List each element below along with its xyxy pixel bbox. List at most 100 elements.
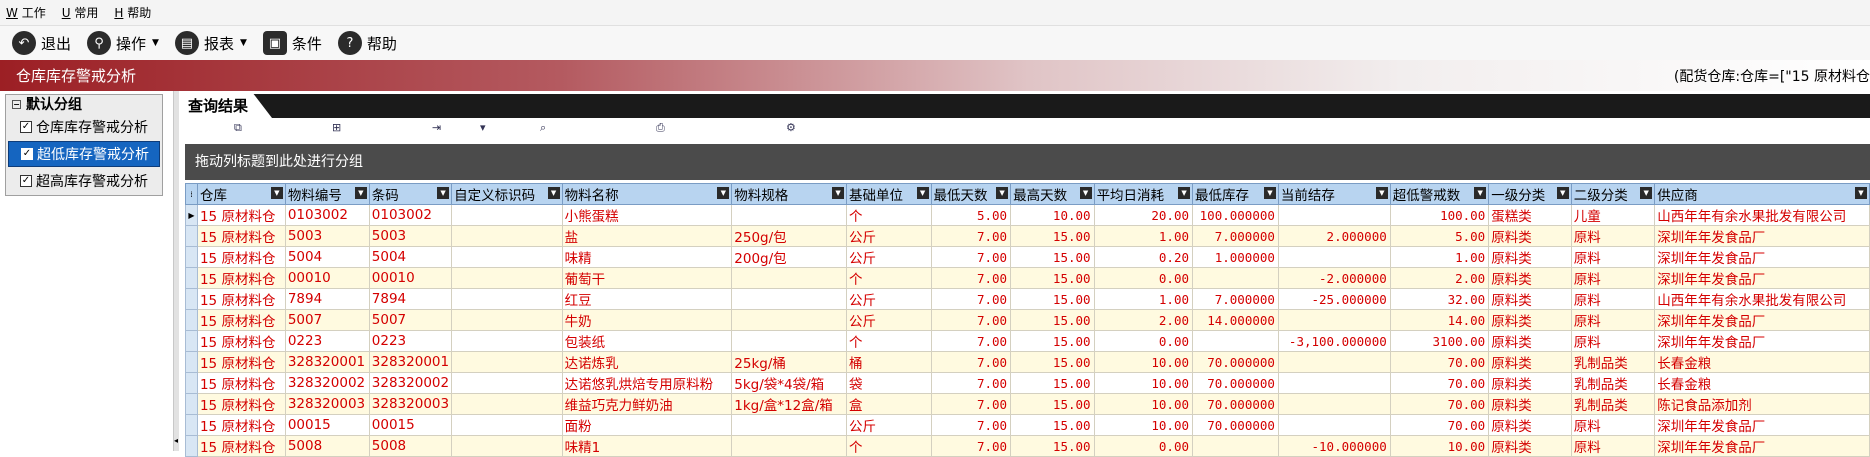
row-selector[interactable] [185, 435, 198, 457]
row-selector[interactable] [185, 246, 198, 268]
table-cell[interactable] [1277, 414, 1391, 436]
table-cell[interactable]: 个 [846, 435, 932, 457]
table-cell[interactable]: 原料 [1570, 435, 1656, 457]
table-cell[interactable]: 00015 [284, 414, 370, 436]
export-icon[interactable]: ⧉ [234, 121, 242, 135]
table-cell[interactable]: 1.00 [1093, 225, 1194, 247]
table-cell[interactable]: 15.00 [1010, 393, 1095, 415]
table-cell[interactable]: 15 原材料仓 [196, 246, 286, 268]
table-cell[interactable]: 7.00 [930, 225, 1012, 247]
table-cell[interactable]: 公斤 [846, 246, 932, 268]
table-cell[interactable]: 小熊蛋糕 [561, 204, 733, 226]
filter-dropdown-icon[interactable]: ▼ [1375, 187, 1388, 199]
table-row[interactable]: 15 原材料仓 5008 5008 味精1 个 7.00 15.00 0.00 -10.0000… [185, 435, 1870, 457]
column-header[interactable]: 最低天数 ▼ [930, 183, 1012, 205]
table-cell[interactable]: 70.00 [1389, 393, 1490, 415]
table-cell[interactable]: 2.00 [1389, 267, 1490, 289]
column-header[interactable]: 物料编号 ▼ [284, 183, 370, 205]
table-row[interactable]: 15 原材料仓 7894 7894 红豆 公斤 7.00 15.00 1.00 7.000000… [185, 288, 1870, 310]
table-cell[interactable]: 5004 [368, 246, 453, 268]
row-selector[interactable] [185, 372, 198, 394]
checkbox-icon[interactable]: ✓ [21, 148, 33, 160]
table-cell[interactable]: 0103002 [284, 204, 370, 226]
table-cell[interactable]: 0.00 [1093, 267, 1194, 289]
table-cell[interactable] [451, 414, 563, 436]
table-cell[interactable]: 70.00 [1389, 351, 1490, 373]
table-cell[interactable] [451, 204, 563, 226]
table-cell[interactable]: 15.00 [1010, 414, 1095, 436]
table-cell[interactable]: 原料类 [1488, 288, 1572, 310]
operate-button[interactable]: ⚲ 操作 ▼ [87, 31, 159, 55]
row-selector[interactable] [185, 351, 198, 373]
table-cell[interactable]: 0223 [284, 330, 370, 352]
table-cell[interactable]: 原料 [1570, 288, 1656, 310]
table-cell[interactable] [731, 435, 848, 457]
table-cell[interactable]: 原料类 [1488, 414, 1572, 436]
filter-dropdown-icon[interactable]: ▼ [354, 187, 367, 199]
table-cell[interactable]: 山西年年有余水果批发有限公司 [1654, 288, 1870, 310]
column-header[interactable]: 二级分类 ▼ [1570, 183, 1656, 205]
table-cell[interactable]: 深圳年年发食品厂 [1654, 267, 1870, 289]
table-cell[interactable]: 2.000000 [1277, 225, 1391, 247]
table-cell[interactable]: 达诺炼乳 [561, 351, 733, 373]
table-cell[interactable]: -2.000000 [1277, 267, 1391, 289]
table-cell[interactable]: 7.00 [930, 246, 1012, 268]
column-header[interactable]: 条码 ▼ [368, 183, 453, 205]
table-cell[interactable] [1277, 372, 1391, 394]
table-cell[interactable]: 70.000000 [1192, 351, 1279, 373]
table-cell[interactable]: 7894 [284, 288, 370, 310]
group-item-low-stock-warning[interactable]: ✓ 超低库存警戒分析 [8, 141, 160, 167]
table-cell[interactable] [1277, 204, 1391, 226]
column-header[interactable]: 物料规格 ▼ [731, 183, 848, 205]
table-cell[interactable] [451, 288, 563, 310]
table-cell[interactable] [451, 393, 563, 415]
table-cell[interactable]: 原料类 [1488, 267, 1572, 289]
find-icon[interactable]: ⌕ [540, 121, 546, 135]
table-cell[interactable]: 原料类 [1488, 309, 1572, 331]
filter-dropdown-icon[interactable]: ▼ [270, 187, 283, 199]
table-cell[interactable]: 味精1 [561, 435, 733, 457]
row-selector[interactable] [185, 288, 198, 310]
table-cell[interactable]: 0.00 [1093, 435, 1194, 457]
filter-dropdown-icon[interactable]: ▼ [547, 187, 560, 199]
table-cell[interactable]: 7.00 [930, 267, 1012, 289]
table-cell[interactable]: 1.000000 [1192, 246, 1279, 268]
table-cell[interactable]: 14.000000 [1192, 309, 1279, 331]
menu-work[interactable]: W 工作 [6, 4, 46, 21]
table-cell[interactable]: 1.00 [1389, 246, 1490, 268]
table-cell[interactable]: 0.00 [1093, 330, 1194, 352]
table-cell[interactable]: 15 原材料仓 [196, 393, 286, 415]
help-button[interactable]: ? 帮助 [337, 31, 397, 55]
table-cell[interactable]: 15 原材料仓 [196, 372, 286, 394]
table-row[interactable]: 15 原材料仓 5007 5007 牛奶 公斤 7.00 15.00 2.00 14.00000… [185, 309, 1870, 331]
table-cell[interactable]: 20.00 [1093, 204, 1194, 226]
table-cell[interactable]: 15 原材料仓 [196, 330, 286, 352]
table-row[interactable]: 15 原材料仓 00010 00010 葡萄干个 7.00 15.00 0.00 -2.000… [185, 267, 1870, 289]
table-cell[interactable]: 15.00 [1010, 435, 1095, 457]
filter-dropdown-icon[interactable]: ▼ [1474, 187, 1487, 199]
menu-common[interactable]: U 常用 [62, 4, 99, 21]
column-header[interactable]: 供应商 ▼ [1654, 183, 1870, 205]
table-cell[interactable] [1277, 309, 1391, 331]
filter-dropdown-icon[interactable]: ▼ [916, 187, 929, 199]
table-cell[interactable]: 乳制品类 [1570, 393, 1656, 415]
table-cell[interactable]: 7.00 [930, 309, 1012, 331]
table-cell[interactable]: 7.00 [930, 435, 1012, 457]
table-cell[interactable]: 15 原材料仓 [196, 414, 286, 436]
print-icon[interactable]: ⎙ [656, 121, 665, 135]
table-cell[interactable] [1277, 246, 1391, 268]
table-cell[interactable]: 葡萄干 [561, 267, 733, 289]
table-cell[interactable]: 深圳年年发食品厂 [1654, 309, 1870, 331]
table-cell[interactable]: 原料 [1570, 225, 1656, 247]
table-cell[interactable]: 包装纸 [561, 330, 733, 352]
table-cell[interactable]: 原料类 [1488, 372, 1572, 394]
table-cell[interactable]: 5003 [284, 225, 370, 247]
table-cell[interactable]: 328320001 [284, 351, 370, 373]
table-row[interactable]: 15 原材料仓 328320003 328320003 维益巧克力鲜奶油 1kg/盒*1… [185, 393, 1870, 415]
table-cell[interactable]: 328320003 [368, 393, 453, 415]
table-cell[interactable]: 250g/包 [731, 225, 848, 247]
settings-icon[interactable]: ⚙ [786, 121, 796, 134]
checkbox-icon[interactable]: ✓ [20, 175, 32, 187]
table-cell[interactable]: 10.00 [1093, 351, 1194, 373]
table-cell[interactable] [451, 225, 563, 247]
